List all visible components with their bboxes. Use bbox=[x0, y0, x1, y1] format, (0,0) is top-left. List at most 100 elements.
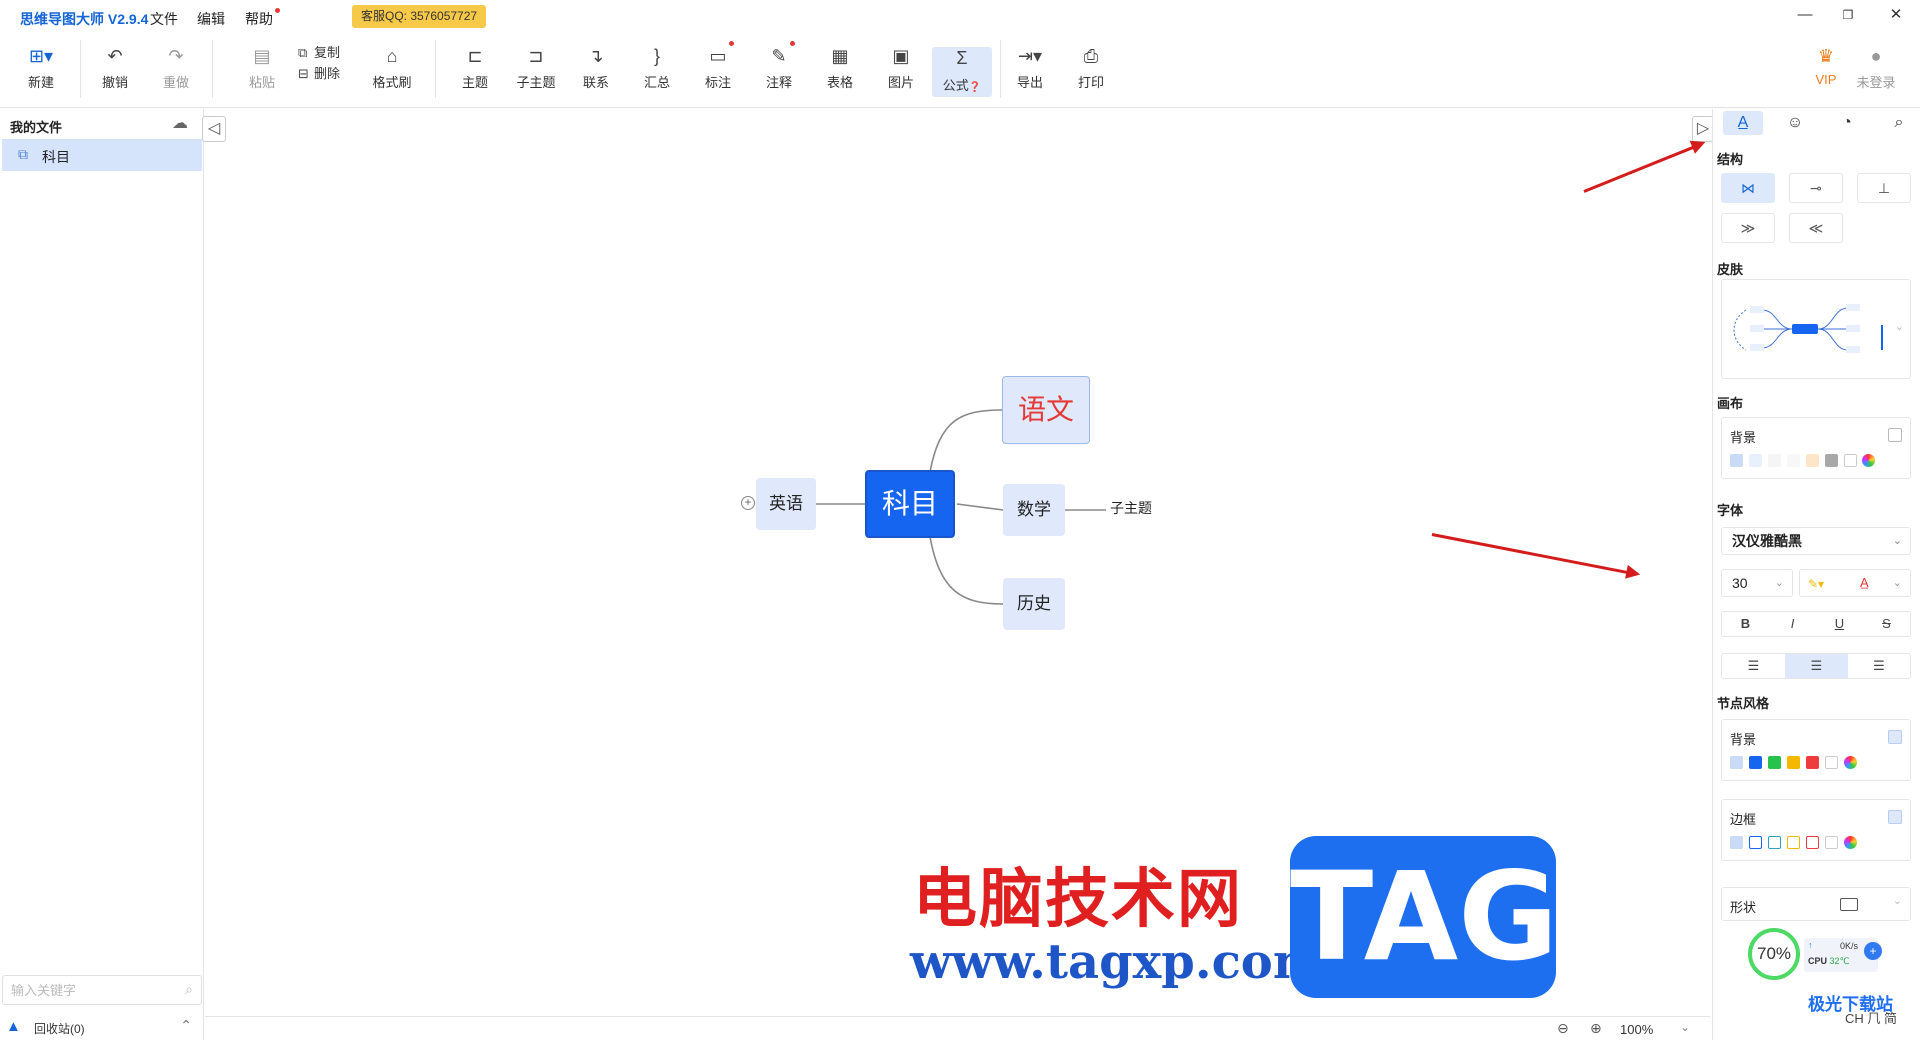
palette-icon: ◔ bbox=[1842, 114, 1852, 131]
node-color-swatch[interactable] bbox=[1768, 756, 1781, 769]
chevron-down-icon[interactable]: ⌄ bbox=[1893, 570, 1902, 596]
rectangle-shape-icon bbox=[1840, 898, 1858, 911]
no-color-swatch[interactable] bbox=[1825, 836, 1838, 849]
border-color-swatch[interactable] bbox=[1787, 836, 1800, 849]
topic-node-yingyu[interactable]: 英语 bbox=[756, 478, 816, 530]
chevron-down-icon: ⌄ bbox=[1774, 577, 1784, 589]
text-align-group: ☰ ☰ ☰ bbox=[1721, 653, 1911, 679]
org-chart-icon: ⊥ bbox=[1877, 180, 1891, 196]
connector-lishi bbox=[929, 536, 1004, 605]
font-color-icon[interactable]: A̲ bbox=[1860, 570, 1869, 596]
topic-node-shuxue[interactable]: 数学 bbox=[1003, 484, 1065, 536]
connector-shuxue bbox=[956, 503, 1004, 511]
system-monitor-widget[interactable]: 70% ↑ 0K/s CPU 32℃ + bbox=[1748, 928, 1888, 980]
chevron-down-icon: ⌄ bbox=[1892, 535, 1902, 547]
align-left-button[interactable]: ☰ bbox=[1722, 654, 1785, 678]
border-label: 边框 bbox=[1730, 812, 1757, 827]
boost-icon[interactable]: + bbox=[1864, 942, 1882, 960]
shape-card[interactable]: 形状 ⌄ bbox=[1721, 887, 1911, 921]
highlight-icon[interactable]: ✎▾ bbox=[1808, 577, 1824, 591]
border-card: 边框 bbox=[1721, 799, 1911, 861]
structure-org-button[interactable]: ⊥ bbox=[1857, 173, 1911, 203]
node-background-label: 背景 bbox=[1730, 732, 1757, 747]
no-color-swatch[interactable] bbox=[1844, 454, 1857, 467]
text-format-group: B I U S bbox=[1721, 611, 1911, 637]
structure-mindmap-button[interactable]: ⋈ bbox=[1721, 173, 1775, 203]
network-info: ↑ 0K/s CPU 32℃ + bbox=[1804, 938, 1882, 972]
border-color-swatch[interactable] bbox=[1806, 836, 1819, 849]
align-center-button[interactable]: ☰ bbox=[1785, 654, 1848, 678]
tab-style[interactable]: A̲ bbox=[1723, 111, 1763, 135]
topic-node-lishi[interactable]: 历史 bbox=[1003, 578, 1065, 630]
tab-emoji[interactable]: ☺ bbox=[1775, 111, 1815, 135]
font-color-controls: ✎▾ A̲ ⌄ bbox=[1799, 569, 1911, 597]
align-left-icon: ☰ bbox=[1747, 658, 1760, 673]
canvas-color-swatch[interactable] bbox=[1749, 454, 1762, 467]
node-color-swatch[interactable] bbox=[1749, 756, 1762, 769]
font-size-select[interactable]: 30 ⌄ bbox=[1721, 569, 1793, 597]
watermark-text: 电脑技术网 bbox=[913, 863, 1243, 937]
node-background-checkbox[interactable] bbox=[1888, 730, 1902, 744]
input-method-indicator: CH ⺇ 简 bbox=[1845, 1011, 1898, 1026]
align-center-icon: ☰ bbox=[1810, 658, 1823, 673]
skin-preview bbox=[1733, 304, 1883, 353]
tab-theme[interactable]: ◔ bbox=[1827, 111, 1867, 135]
border-checkbox[interactable] bbox=[1888, 810, 1902, 824]
canvas-color-swatch[interactable] bbox=[1806, 454, 1819, 467]
zoom-in-icon[interactable]: ⊕ bbox=[1590, 1020, 1602, 1037]
root-node[interactable]: 科目 bbox=[865, 470, 955, 538]
right-layout-icon: ⊸ bbox=[1810, 180, 1822, 196]
mindmap-layout-icon: ⋈ bbox=[1741, 180, 1755, 196]
chevron-down-icon[interactable]: ⌄ bbox=[1895, 320, 1904, 333]
color-picker-icon[interactable] bbox=[1730, 756, 1743, 769]
search-icon: ⌕ bbox=[1894, 114, 1904, 131]
node-color-swatch[interactable] bbox=[1806, 756, 1819, 769]
align-right-button[interactable]: ☰ bbox=[1848, 654, 1910, 678]
color-wheel-icon[interactable] bbox=[1844, 756, 1857, 769]
section-node-style: 节点风格 bbox=[1717, 696, 1770, 711]
properties-panel: A̲ ☺ ◔ ⌕ 结构 ⋈ ⊸ ⊥ ≫ ≪ 皮肤 ⌄ 画布 背景 字体 汉仪雅酷… bbox=[1712, 109, 1920, 1040]
bold-button[interactable]: B bbox=[1722, 612, 1769, 636]
watermark-tag-logo: TAG bbox=[1290, 836, 1558, 998]
chevron-down-icon: ⌄ bbox=[1892, 895, 1902, 907]
smiley-icon: ☺ bbox=[1786, 114, 1804, 131]
canvas-background-card: 背景 bbox=[1721, 417, 1911, 479]
canvas-color-swatch[interactable] bbox=[1787, 454, 1800, 467]
section-canvas: 画布 bbox=[1717, 396, 1744, 411]
strikethrough-button[interactable]: S bbox=[1863, 612, 1910, 636]
section-structure: 结构 bbox=[1717, 152, 1744, 167]
no-color-swatch[interactable] bbox=[1825, 756, 1838, 769]
color-picker-icon[interactable] bbox=[1730, 454, 1743, 467]
color-picker-icon[interactable] bbox=[1730, 836, 1743, 849]
expand-icon[interactable]: + bbox=[741, 496, 755, 510]
underline-button[interactable]: U bbox=[1816, 612, 1863, 636]
skin-selector[interactable]: ⌄ bbox=[1721, 279, 1911, 379]
upload-arrow-icon: ↑ bbox=[1808, 940, 1813, 950]
shape-label: 形状 bbox=[1730, 900, 1757, 915]
border-color-swatch[interactable] bbox=[1749, 836, 1762, 849]
font-family-select[interactable]: 汉仪雅酷黑 ⌄ bbox=[1721, 527, 1911, 555]
italic-button[interactable]: I bbox=[1769, 612, 1816, 636]
structure-fishbone-right-button[interactable]: ≫ bbox=[1721, 213, 1775, 243]
color-wheel-icon[interactable] bbox=[1862, 454, 1875, 467]
structure-fishbone-left-button[interactable]: ≪ bbox=[1789, 213, 1843, 243]
zoom-out-icon[interactable]: ⊖ bbox=[1557, 1020, 1569, 1037]
align-right-icon: ☰ bbox=[1873, 658, 1885, 673]
canvas-color-swatch[interactable] bbox=[1825, 454, 1838, 467]
structure-right-button[interactable]: ⊸ bbox=[1789, 173, 1843, 203]
canvas-color-swatch[interactable] bbox=[1768, 454, 1781, 467]
section-skin: 皮肤 bbox=[1717, 262, 1744, 277]
subtopic-node[interactable]: 子主题 bbox=[1110, 498, 1152, 518]
topic-node-yuwen[interactable]: 语文 bbox=[1002, 376, 1090, 444]
canvas-background-checkbox[interactable] bbox=[1888, 428, 1902, 442]
cpu-usage: 70% bbox=[1748, 928, 1800, 980]
tab-search[interactable]: ⌕ bbox=[1879, 111, 1919, 135]
color-wheel-icon[interactable] bbox=[1844, 836, 1857, 849]
border-color-swatch[interactable] bbox=[1768, 836, 1781, 849]
zoom-level[interactable]: 100% bbox=[1620, 1022, 1653, 1037]
node-color-swatch[interactable] bbox=[1787, 756, 1800, 769]
section-font: 字体 bbox=[1717, 503, 1744, 518]
connector-yuwen bbox=[929, 409, 1003, 473]
chevron-down-icon[interactable]: ⌄ bbox=[1680, 1020, 1690, 1034]
fishbone-left-icon: ≪ bbox=[1808, 220, 1824, 236]
